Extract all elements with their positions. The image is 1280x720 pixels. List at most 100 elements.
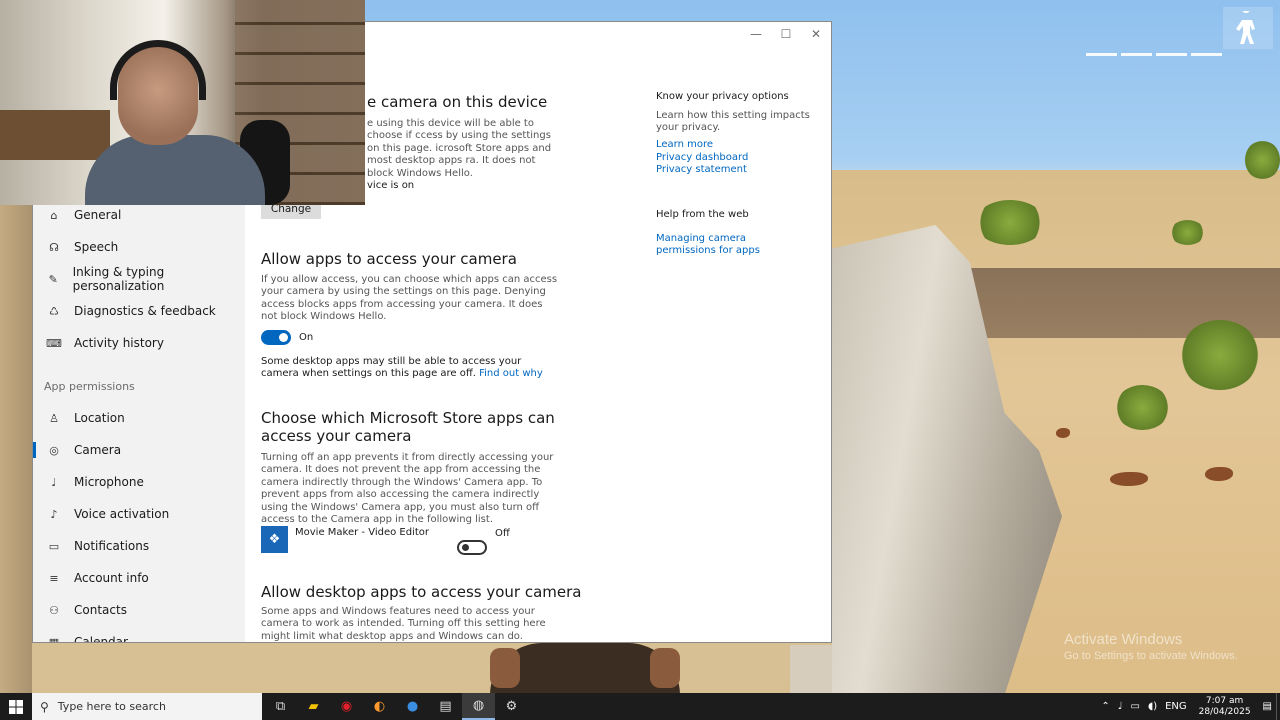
blue-app-icon[interactable]: ● [396,693,429,720]
sidebar-item-label: Camera [74,443,122,457]
account-icon: ≡ [49,571,59,585]
allow-apps-toggle[interactable] [261,330,291,345]
sidebar-item-account-info[interactable]: ≡ Account info [33,562,245,594]
watermark-subtitle: Go to Settings to activate Windows. [1064,650,1238,662]
show-hidden-icons-icon[interactable]: ⌃ [1101,701,1109,712]
learn-more-link[interactable]: Learn more [656,139,713,150]
voice-icon: ♪ [50,507,58,521]
movie-maker-toggle[interactable] [457,540,487,555]
bush [1180,320,1260,390]
sidebar-item-microphone[interactable]: ♩ Microphone [33,466,245,498]
taskbar: ⚲ Type here to search ⧉ ▰ ◉ ◐ ● ▤ ◍ ⚙ ⌃ ♩ ▭ ◖) … [0,693,1280,720]
clock-date: 28/04/2025 [1198,706,1251,717]
contacts-icon: ⚇ [49,603,59,617]
sidebar-item-label: Contacts [74,603,127,617]
movie-maker-toggle-label: Off [495,528,510,539]
sidebar-item-label: Calendar [74,635,128,643]
help-from-web-heading: Help from the web [656,209,749,220]
sidebar-item-label: Account info [74,571,149,585]
privacy-statement-link[interactable]: Privacy statement [656,164,747,175]
sidebar-item-label: Location [74,411,125,425]
sidebar-item-label: Diagnostics & feedback [74,304,216,318]
player-arm [650,648,680,688]
sidebar-item-diagnostics-feedback[interactable]: ♺ Diagnostics & feedback [33,295,245,327]
speech-icon: ☊ [49,240,59,254]
find-out-why-link[interactable]: Find out why [479,368,543,379]
volume-icon[interactable]: ◖) [1148,701,1157,712]
sidebar-item-location[interactable]: ♙ Location [33,402,245,434]
bush [1245,140,1280,180]
browser-icon[interactable]: ◐ [363,693,396,720]
system-tray: ⌃ ♩ ▭ ◖) ENG 7:07 am 28/04/2025 ▤ [1097,693,1280,720]
app-permissions-heading: App permissions [44,380,135,393]
desktop-apps-heading: Allow desktop apps to access your camera [261,583,582,601]
webcam-person-body [85,135,265,205]
file-explorer-icon[interactable]: ▰ [297,693,330,720]
sidebar-item-label: General [74,208,122,222]
sidebar-item-calendar[interactable]: ▦ Calendar [33,626,245,643]
movie-maker-app-name: Movie Maker - Video Editor [295,527,429,538]
watermark-title: Activate Windows [1064,631,1183,648]
windows-logo-icon [9,699,23,714]
activation-watermark: Activate Windows Go to Settings to activ… [1064,631,1238,662]
stone-pillar [790,645,832,693]
movie-maker-app-icon: ❖ [261,526,288,553]
privacy-dashboard-link[interactable]: Privacy dashboard [656,152,748,163]
notifications-icon: ▭ [48,539,60,553]
notifications-tray-icon[interactable]: ▤ [1263,701,1272,712]
feedback-icon: ♺ [49,304,59,318]
device-access-status: vice is on [367,180,415,191]
task-view-icon[interactable]: ⧉ [264,693,297,720]
sidebar-item-label: Notifications [74,539,150,553]
rock [1110,472,1148,486]
health-bar [1086,53,1222,56]
game-app-icon[interactable]: ◍ [462,693,495,720]
privacy-options-description: Learn how this setting impacts your priv… [656,110,810,134]
headset [110,40,206,100]
microphone-icon: ♩ [51,475,57,489]
clock[interactable]: 7:07 am 28/04/2025 [1199,696,1251,718]
player-status-icon [1223,7,1273,49]
sidebar-item-activity-history[interactable]: ⌨ Activity history [33,327,245,359]
store-apps-heading: Choose which Microsoft Store apps can ac… [261,409,555,445]
privacy-options-heading: Know your privacy options [656,91,789,102]
bush [1115,385,1170,430]
media-app-icon[interactable]: ▤ [429,693,462,720]
allow-apps-heading: Allow apps to access your camera [261,250,517,268]
sidebar-item-speech[interactable]: ☊ Speech [33,231,245,263]
sidebar-item-label: Inking & typing personalization [72,265,165,293]
search-icon: ⚲ [40,699,49,714]
taskbar-search[interactable]: ⚲ Type here to search [32,693,262,720]
bush [1170,220,1205,245]
rock [1056,428,1070,438]
settings-icon[interactable]: ⚙ [495,693,528,720]
player-arm [490,648,520,688]
device-access-description: e using this device will be able to choo… [367,118,552,179]
sidebar-item-inking-typing-personalization[interactable]: ✎ Inking & typing personalization [33,263,245,295]
sidebar-item-contacts[interactable]: ⚇ Contacts [33,594,245,626]
show-desktop-button[interactable] [1276,693,1280,720]
camera-icon: ◎ [49,443,59,457]
history-icon: ⌨ [46,336,62,350]
webcam-table [0,110,110,160]
search-placeholder: Type here to search [57,700,166,713]
rock [1205,467,1233,481]
sidebar-item-voice-activation[interactable]: ♪ Voice activation [33,498,245,530]
sidebar-item-notifications[interactable]: ▭ Notifications [33,530,245,562]
network-icon[interactable]: ▭ [1130,701,1139,712]
sidebar-item-label: Speech [74,240,119,254]
start-button[interactable] [0,693,32,720]
clock-time: 7:07 am [1205,695,1244,706]
language-indicator[interactable]: ENG [1165,701,1187,712]
lock-icon: ⌂ [50,208,58,222]
bush [975,200,1045,245]
camera-permissions-help-link[interactable]: Managing camera permissions for apps [656,233,806,257]
opera-icon[interactable]: ◉ [330,693,363,720]
microphone-tray-icon[interactable]: ♩ [1118,701,1123,712]
webcam-overlay [0,0,365,205]
sidebar-item-label: Voice activation [74,507,170,521]
location-icon: ♙ [49,411,59,425]
sidebar-item-label: Activity history [74,336,164,350]
sidebar-item-camera[interactable]: ◎ Camera [33,434,245,466]
desktop-apps-description: Some apps and Windows features need to a… [261,606,546,642]
